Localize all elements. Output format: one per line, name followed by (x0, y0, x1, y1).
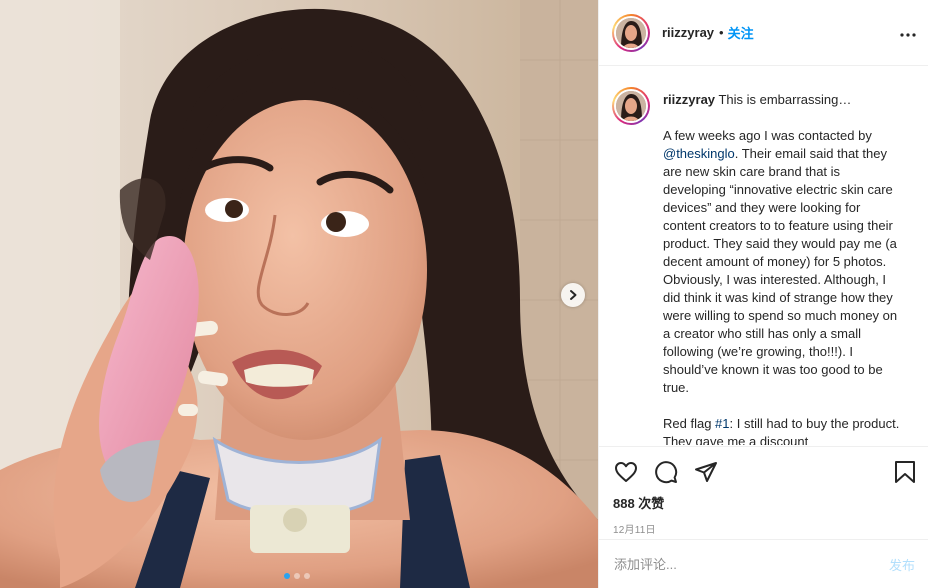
heart-icon (615, 462, 637, 482)
post-photo[interactable] (0, 0, 598, 588)
post-actions: 888 次赞 12月11日 (599, 446, 928, 536)
instagram-post: riizzyray • 关注 riizzyray This is embarra… (0, 0, 928, 588)
caption-opening: This is embarrassing… (718, 92, 852, 107)
post-comment-button[interactable]: 发布 (889, 555, 915, 574)
mention-link[interactable]: @theskinglo (663, 146, 735, 161)
avatar (616, 17, 646, 48)
caption-story-ring[interactable] (612, 87, 650, 125)
separator-dot: • (719, 25, 724, 40)
caption-paragraph-1: A few weeks ago I was contacted by @thes… (663, 128, 898, 395)
share-button[interactable] (693, 459, 719, 485)
follow-button[interactable]: 关注 (728, 23, 754, 42)
action-icons (613, 447, 918, 497)
caption-username[interactable]: riizzyray (663, 92, 715, 107)
caption-area[interactable]: riizzyray This is embarrassing… A few we… (599, 67, 928, 445)
caption-avatar (616, 91, 646, 121)
story-ring[interactable] (612, 13, 650, 52)
next-slide-button[interactable] (561, 283, 585, 307)
chevron-right-icon (570, 290, 577, 300)
hashtag-link[interactable]: #1 (715, 416, 729, 431)
save-button[interactable] (892, 459, 918, 485)
comment-box: 发布 (599, 539, 928, 588)
post-date[interactable]: 12月11日 (613, 521, 918, 536)
avatar-image (616, 91, 646, 121)
post-header: riizzyray • 关注 (599, 0, 928, 66)
carousel-dot (294, 573, 300, 579)
avatar-image (616, 17, 646, 48)
carousel-dot (304, 573, 310, 579)
share-icon (695, 462, 717, 482)
bookmark-icon (895, 461, 915, 483)
likes-count[interactable]: 888 次赞 (613, 493, 918, 512)
comment-button[interactable] (653, 459, 679, 485)
more-icon (900, 32, 916, 37)
caption-row: riizzyray This is embarrassing… A few we… (612, 87, 914, 445)
comment-input[interactable] (614, 556, 889, 572)
carousel-indicator (284, 573, 310, 579)
carousel-dot (284, 573, 290, 579)
more-options-button[interactable] (900, 24, 916, 42)
post-side-panel: riizzyray • 关注 riizzyray This is embarra… (598, 0, 928, 588)
caption-paragraph-2: Red flag #1: I still had to buy the prod… (663, 416, 900, 445)
like-button[interactable] (613, 459, 639, 485)
caption-text: riizzyray This is embarrassing… A few we… (663, 87, 903, 445)
comment-icon (655, 461, 678, 484)
photo-scene (0, 0, 598, 588)
header-username[interactable]: riizzyray (662, 25, 714, 40)
